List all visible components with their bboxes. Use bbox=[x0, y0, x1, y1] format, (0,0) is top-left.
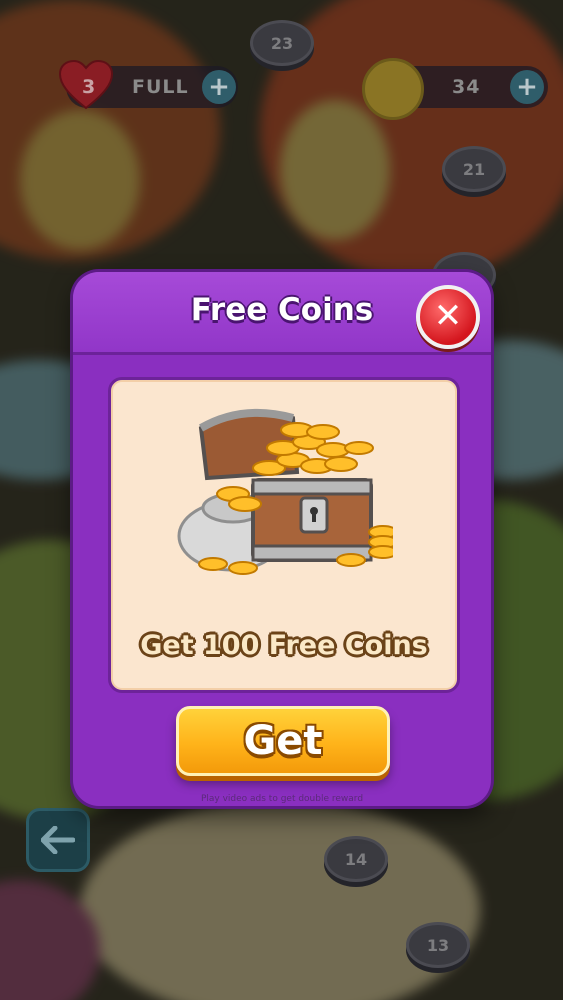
back-button[interactable] bbox=[26, 808, 90, 872]
back-arrow-icon bbox=[41, 826, 75, 854]
level-number: 13 bbox=[426, 935, 450, 955]
level-node[interactable]: 14 bbox=[324, 836, 388, 882]
reward-text: Get 100 Free Coins bbox=[140, 630, 428, 661]
add-lives-button[interactable]: + bbox=[202, 70, 236, 104]
treasure-chest-icon bbox=[177, 408, 393, 575]
free-coins-dialog: Free Coins ✕ Get 100 Free Coins Get Play… bbox=[73, 272, 491, 806]
plus-icon: + bbox=[208, 72, 230, 102]
get-button[interactable]: Get bbox=[176, 706, 390, 776]
level-node[interactable]: 21 bbox=[442, 146, 506, 192]
level-number: 23 bbox=[270, 33, 294, 53]
lives-counter: 3 FULL + bbox=[58, 60, 238, 110]
reward-panel: Get 100 Free Coins bbox=[108, 377, 460, 693]
close-button[interactable]: ✕ bbox=[416, 285, 480, 349]
coins-counter: 34 + bbox=[362, 58, 548, 120]
plus-icon: + bbox=[516, 72, 538, 102]
level-node[interactable]: 13 bbox=[406, 922, 470, 968]
level-node[interactable]: 23 bbox=[250, 20, 314, 66]
get-button-label: Get bbox=[243, 718, 323, 764]
add-coins-button[interactable]: + bbox=[510, 70, 544, 104]
coin-icon bbox=[362, 58, 424, 120]
hint-text: Play video ads to get double reward bbox=[200, 794, 364, 804]
level-number: 14 bbox=[344, 849, 368, 869]
level-number: 21 bbox=[462, 159, 486, 179]
coins-count: 34 bbox=[452, 76, 481, 98]
lives-status: FULL bbox=[132, 76, 189, 98]
lives-count: 3 bbox=[82, 76, 97, 98]
dialog-header: Free Coins ✕ bbox=[73, 272, 491, 355]
close-icon: ✕ bbox=[433, 296, 463, 336]
